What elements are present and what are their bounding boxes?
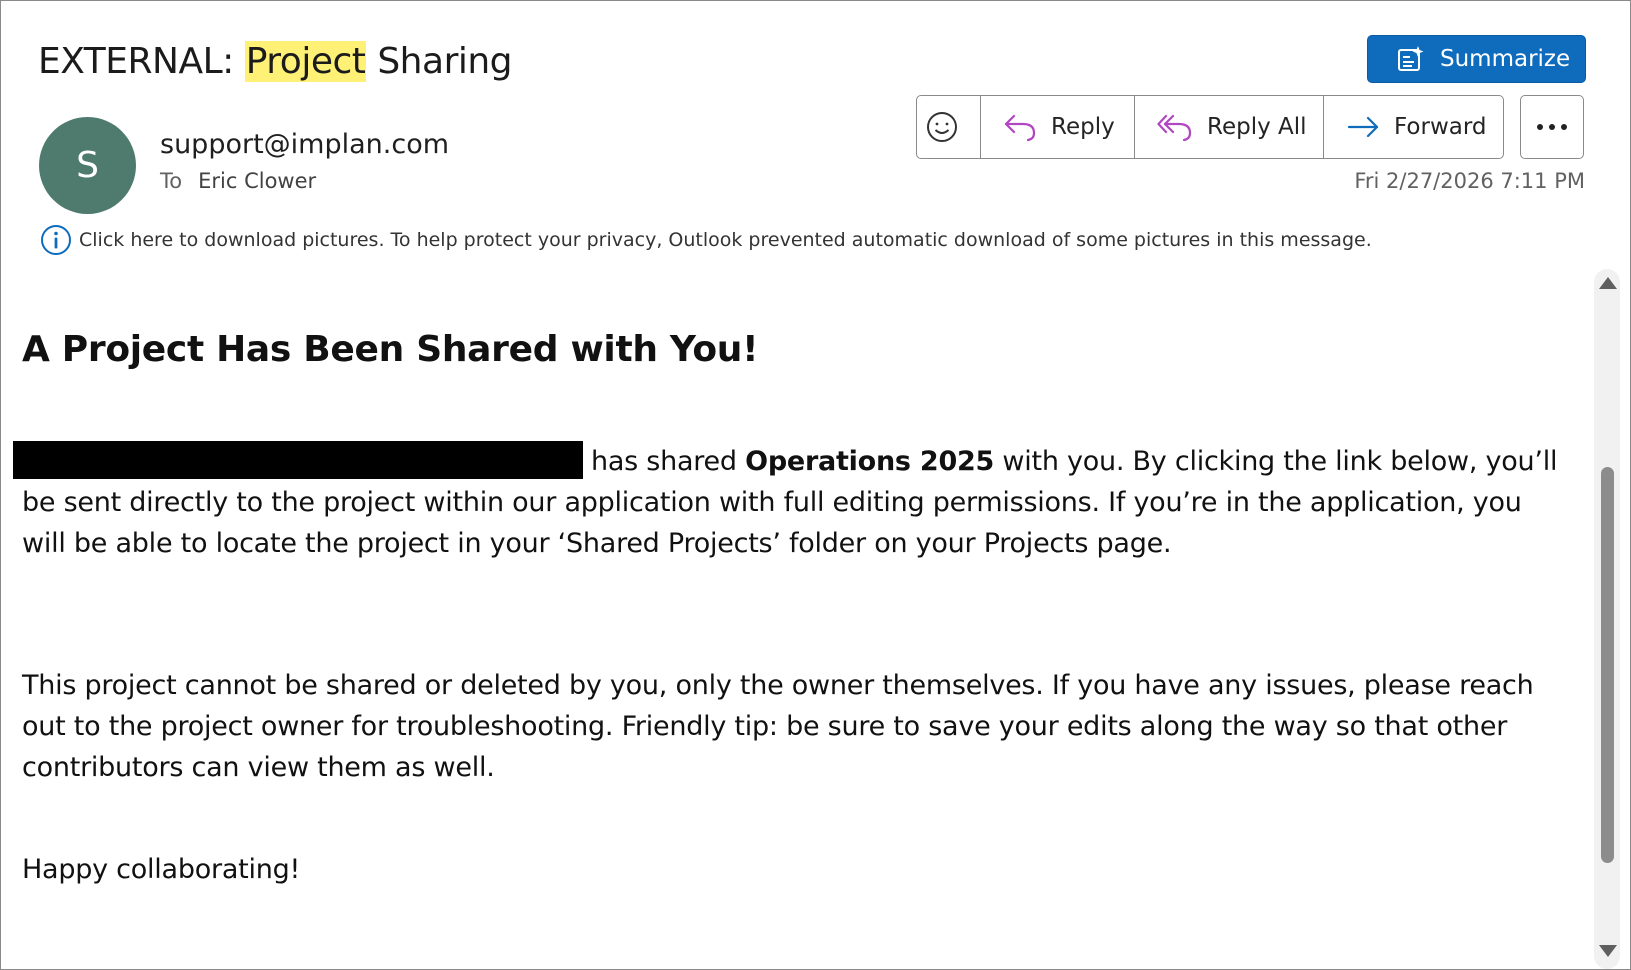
emoji-icon — [926, 112, 957, 142]
email-subject: EXTERNAL: Project Sharing — [38, 41, 513, 82]
recipient-name[interactable]: Eric Clower — [198, 169, 316, 193]
forward-arrow-icon — [1347, 116, 1379, 138]
forward-label: Forward — [1394, 114, 1487, 140]
recipient-line: To Eric Clower — [160, 169, 316, 193]
p1-before-bold: has shared — [591, 446, 746, 477]
sent-date: Fri 2/27/2026 7:11 PM — [1354, 169, 1585, 193]
email-reading-pane: EXTERNAL: Project Sharing Summarize S su… — [0, 0, 1631, 970]
scroll-up-arrow-icon[interactable] — [1599, 277, 1617, 289]
to-label: To — [160, 169, 183, 193]
more-dots-icon — [1537, 124, 1567, 130]
reply-all-arrow-icon — [1157, 114, 1192, 142]
body-paragraph-1: has shared Operations 2025 with you. By … — [13, 441, 1567, 564]
emoji-reaction-button[interactable] — [917, 96, 981, 158]
sender-avatar[interactable]: S — [39, 117, 136, 214]
body-paragraph-3: Happy collaborating! — [22, 854, 301, 885]
reply-all-label: Reply All — [1207, 114, 1307, 140]
reply-label: Reply — [1051, 114, 1115, 140]
summarize-button[interactable]: Summarize — [1367, 35, 1586, 83]
project-name: Operations 2025 — [745, 446, 995, 477]
subject-search-highlight: Project — [244, 41, 367, 82]
summarize-label: Summarize — [1440, 46, 1571, 72]
download-pictures-text: Click here to download pictures. To help… — [79, 229, 1372, 251]
reply-arrow-icon — [1004, 114, 1036, 142]
reply-all-button[interactable]: Reply All — [1135, 96, 1324, 158]
redacted-block — [13, 441, 583, 479]
body-paragraph-2: This project cannot be shared or deleted… — [22, 670, 1534, 783]
reply-button[interactable]: Reply — [981, 96, 1135, 158]
subject-prefix: EXTERNAL: — [38, 41, 245, 82]
message-action-bar: Reply Reply All Forward — [916, 95, 1504, 159]
scroll-down-arrow-icon[interactable] — [1599, 945, 1617, 957]
more-actions-button[interactable] — [1520, 95, 1584, 159]
download-pictures-notice[interactable]: Click here to download pictures. To help… — [39, 223, 1372, 257]
scrollbar-thumb[interactable] — [1601, 467, 1614, 863]
sparkle-summarize-icon — [1398, 46, 1424, 71]
forward-button[interactable]: Forward — [1324, 96, 1503, 158]
sender-address[interactable]: support@implan.com — [160, 129, 449, 160]
info-icon — [41, 225, 71, 255]
subject-suffix: Sharing — [366, 41, 513, 82]
body-heading: A Project Has Been Shared with You! — [22, 329, 759, 370]
